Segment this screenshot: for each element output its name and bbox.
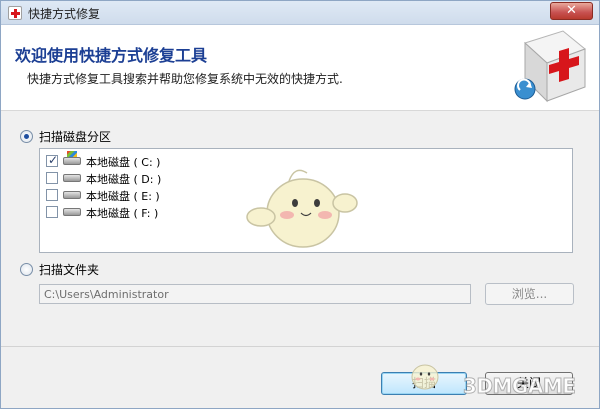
drive-row-c[interactable]: 本地磁盘 ( C: )	[46, 151, 246, 169]
scan-disk-label: 扫描磁盘分区	[39, 130, 112, 144]
footer-divider	[1, 346, 599, 347]
drive-e-label: 本地磁盘 ( E: )	[86, 190, 160, 203]
first-aid-kit-icon	[514, 30, 586, 103]
window-close-button[interactable]: ✕	[550, 2, 593, 20]
app-icon	[8, 6, 22, 20]
drive-d-label: 本地磁盘 ( D: )	[86, 173, 162, 186]
drive-icon	[63, 174, 81, 182]
browse-button[interactable]: 浏览...	[485, 283, 574, 305]
mascot-small-icon	[411, 364, 439, 390]
scan-folder-radio[interactable]	[20, 263, 33, 276]
folder-path-input[interactable]	[39, 284, 471, 304]
drive-d-checkbox[interactable]	[46, 172, 58, 184]
drive-icon	[63, 208, 81, 216]
drive-f-label: 本地磁盘 ( F: )	[86, 207, 159, 220]
title-bar[interactable]: 快捷方式修复 ✕	[1, 1, 599, 25]
scan-folder-label: 扫描文件夹	[39, 263, 100, 277]
drive-f-checkbox[interactable]	[46, 206, 58, 218]
drive-c-label: 本地磁盘 ( C: )	[86, 156, 161, 169]
drive-row-e[interactable]: 本地磁盘 ( E: )	[46, 187, 246, 203]
site-watermark: 3DMGAME	[462, 374, 576, 399]
drive-c-checkbox[interactable]	[46, 153, 58, 167]
header-title: 欢迎使用快捷方式修复工具	[15, 46, 208, 65]
mascot-watermark-icon	[246, 169, 358, 248]
header-description: 快捷方式修复工具搜索并帮助您修复系统中无效的快捷方式.	[27, 72, 343, 86]
window-title: 快捷方式修复	[28, 7, 101, 21]
header-banner: 欢迎使用快捷方式修复工具 快捷方式修复工具搜索并帮助您修复系统中无效的快捷方式.	[1, 25, 599, 111]
scan-disk-radio[interactable]	[20, 130, 33, 143]
system-drive-icon	[63, 151, 81, 165]
repair-dialog-window: 快捷方式修复 ✕ 欢迎使用快捷方式修复工具 快捷方式修复工具搜索并帮助您修复系统…	[0, 0, 600, 409]
drive-row-d[interactable]: 本地磁盘 ( D: )	[46, 170, 246, 186]
drive-row-f[interactable]: 本地磁盘 ( F: )	[46, 204, 246, 220]
drive-e-checkbox[interactable]	[46, 189, 58, 201]
drive-icon	[63, 191, 81, 199]
